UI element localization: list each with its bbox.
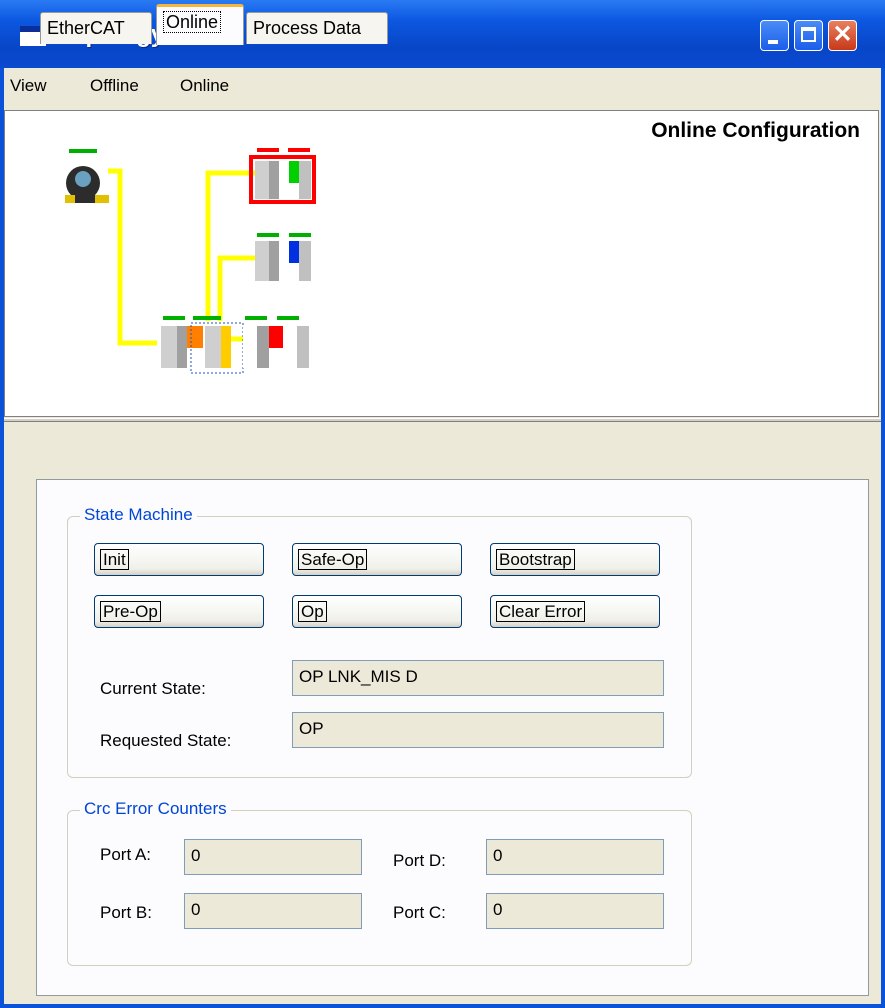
current-state-field: OP LNK_MIS D [292,660,664,696]
crc-error-counters-group: Crc Error Counters Port A: 0 Port D: 0 P… [67,799,692,966]
safe-op-button[interactable]: Safe-Op [292,543,462,576]
tab-ethercat[interactable]: EtherCAT [40,12,152,44]
online-tab-panel: State Machine Init Safe-Op Bootstrap Pre… [36,479,869,996]
requested-state-label: Requested State: [100,731,232,750]
state-machine-group: State Machine Init Safe-Op Bootstrap Pre… [67,505,692,778]
state-machine-title: State Machine [80,505,197,525]
init-button-label: Init [100,548,129,570]
topology-view[interactable]: Online Configuration [4,110,879,417]
tab-process-data-label: Process Data [253,18,362,38]
current-state-label: Current State: [100,679,206,698]
master-device-icon[interactable] [65,149,109,203]
port-b-label: Port B: [100,903,152,922]
tab-online[interactable]: Online [156,4,244,45]
port-d-field: 0 [486,839,664,875]
port-c-field: 0 [486,893,664,929]
splitter[interactable] [4,418,881,422]
op-button[interactable]: Op [292,595,462,628]
init-button[interactable]: Init [94,543,264,576]
clear-error-button-label: Clear Error [496,600,586,622]
topology-diagram [65,148,316,374]
crc-error-counters-title: Crc Error Counters [80,799,231,819]
menu-bar: View Offline Online [4,68,881,104]
port-c-label: Port C: [393,903,446,922]
tab-ethercat-label: EtherCAT [47,18,125,38]
menu-view[interactable]: View [10,76,47,96]
close-button[interactable]: ✕ [828,20,857,51]
menu-offline[interactable]: Offline [90,76,139,96]
tab-process-data[interactable]: Process Data [246,12,388,44]
pre-op-button[interactable]: Pre-Op [94,595,264,628]
maximize-button[interactable] [794,20,823,51]
port-a-label: Port A: [100,845,152,864]
port-a-field: 0 [184,839,362,875]
port-b-field: 0 [184,893,362,929]
pre-op-button-label: Pre-Op [100,600,161,622]
close-icon: ✕ [832,21,853,48]
ethercat-coupler-error-icon[interactable] [249,148,316,204]
op-button-label: Op [298,600,327,622]
bootstrap-button-label: Bootstrap [496,548,575,570]
requested-state-field: OP [292,712,664,748]
tab-online-label: Online [163,11,222,33]
port-d-label: Port D: [393,851,446,870]
menu-online[interactable]: Online [180,76,229,96]
topology-window: Topology ✕ View Offline Online Online Co… [0,0,885,1008]
clear-error-button[interactable]: Clear Error [490,595,660,628]
minimize-button[interactable] [760,20,789,51]
bootstrap-button[interactable]: Bootstrap [490,543,660,576]
ethercat-terminal-icon[interactable] [255,233,311,281]
safe-op-button-label: Safe-Op [298,548,368,570]
ethercat-junction-icon[interactable] [161,316,309,374]
